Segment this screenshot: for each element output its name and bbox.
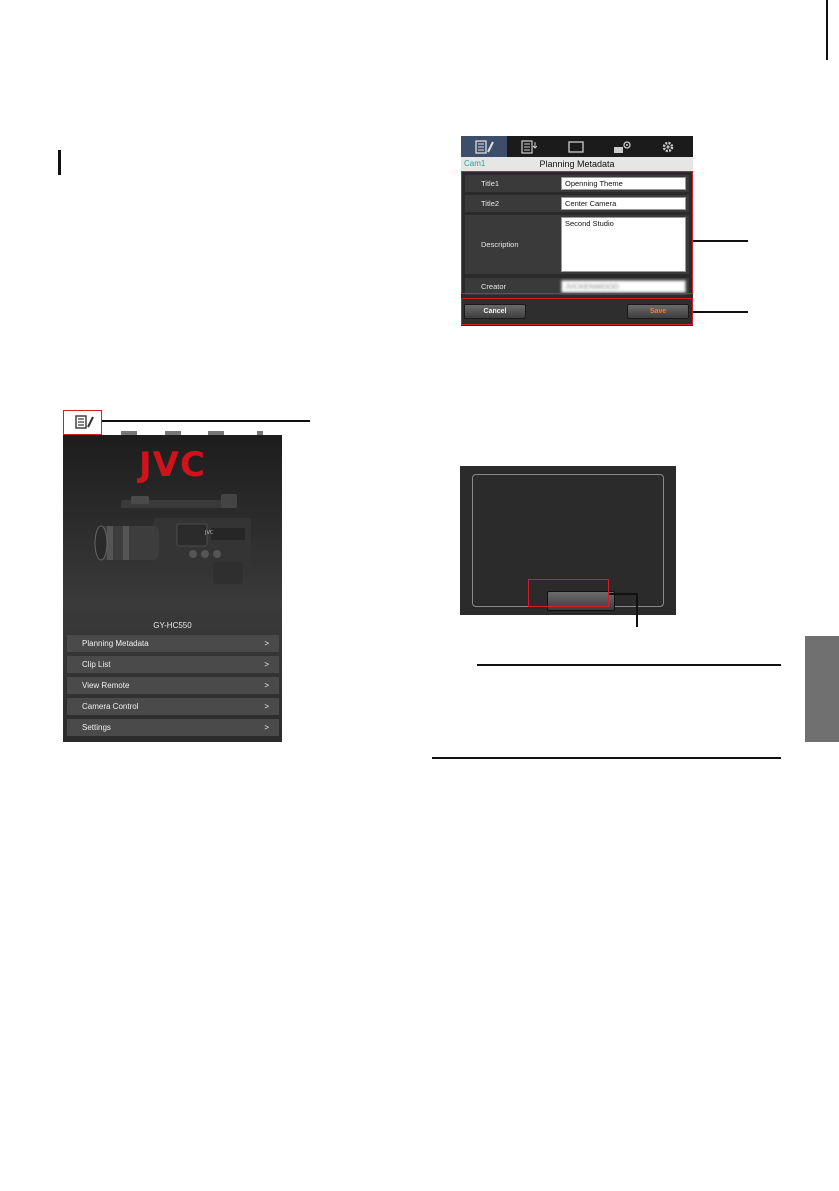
- menu-item-label: View Remote: [82, 681, 130, 690]
- callout-leader-line: [609, 593, 637, 595]
- metadata-title-bar: Cam1 Planning Metadata: [461, 157, 693, 171]
- menu-item-label: Clip List: [82, 660, 111, 669]
- settings-icon[interactable]: [238, 409, 282, 435]
- metadata-tab-bar: [461, 136, 693, 157]
- view-remote-icon[interactable]: [553, 136, 599, 157]
- home-screen: JVC JVC GY-HC550 Planning Metadata > Cli…: [63, 409, 282, 742]
- home-menu: Planning Metadata > Clip List > View Rem…: [67, 635, 279, 740]
- menu-item-view-remote[interactable]: View Remote >: [67, 677, 279, 694]
- chevron-right-icon: >: [264, 660, 269, 669]
- buttons-highlight: [461, 298, 693, 325]
- callout-leader-line: [693, 240, 748, 242]
- section-marker: [58, 150, 61, 175]
- menu-item-camera-control[interactable]: Camera Control >: [67, 698, 279, 715]
- settings-icon[interactable]: [645, 136, 691, 157]
- home-body: JVC JVC GY-HC550 Planning Metadata > Cli…: [63, 435, 282, 742]
- camera-control-icon[interactable]: [599, 136, 645, 157]
- menu-item-label: Settings: [82, 723, 111, 732]
- menu-item-label: Planning Metadata: [82, 639, 149, 648]
- top-right-rule: [826, 0, 828, 60]
- menu-item-planning-metadata[interactable]: Planning Metadata >: [67, 635, 279, 652]
- menu-item-settings[interactable]: Settings >: [67, 719, 279, 736]
- camcorder-image: JVC: [94, 494, 251, 584]
- clip-list-icon[interactable]: [507, 136, 553, 157]
- note-bottom-rule: [432, 757, 781, 759]
- chevron-right-icon: >: [264, 639, 269, 648]
- view-remote-icon[interactable]: [151, 409, 195, 435]
- svg-text:JVC: JVC: [204, 530, 214, 536]
- menu-item-label: Camera Control: [82, 702, 139, 711]
- menu-item-clip-list[interactable]: Clip List >: [67, 656, 279, 673]
- chevron-right-icon: >: [264, 681, 269, 690]
- camera-control-icon[interactable]: [194, 409, 238, 435]
- dialog-button-highlight: [528, 579, 609, 607]
- jvc-logo: JVC: [139, 445, 206, 485]
- chevron-right-icon: >: [264, 723, 269, 732]
- chapter-side-tab: [805, 636, 839, 742]
- callout-leader-line: [102, 420, 310, 422]
- clip-list-icon[interactable]: [107, 409, 151, 435]
- callout-leader-line: [693, 311, 748, 313]
- metadata-edit-icon[interactable]: [461, 136, 507, 157]
- page-title: Planning Metadata: [539, 159, 615, 169]
- fields-highlight: [461, 171, 693, 294]
- chevron-right-icon: >: [264, 702, 269, 711]
- note-top-rule: [477, 664, 781, 666]
- callout-leader-line: [636, 593, 638, 627]
- metadata-tab-highlight: [63, 410, 102, 435]
- model-name: GY-HC550: [153, 621, 192, 630]
